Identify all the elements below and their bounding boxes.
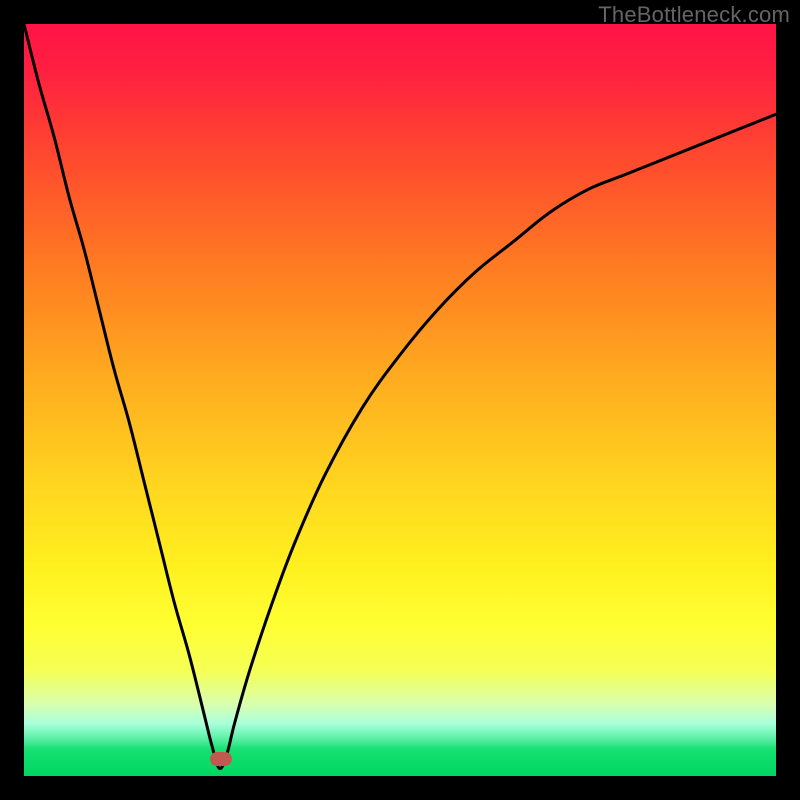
chart-frame: TheBottleneck.com [0, 0, 800, 800]
plot-area [24, 24, 776, 776]
optimal-point-marker [210, 752, 232, 766]
bottleneck-curve [24, 24, 776, 776]
